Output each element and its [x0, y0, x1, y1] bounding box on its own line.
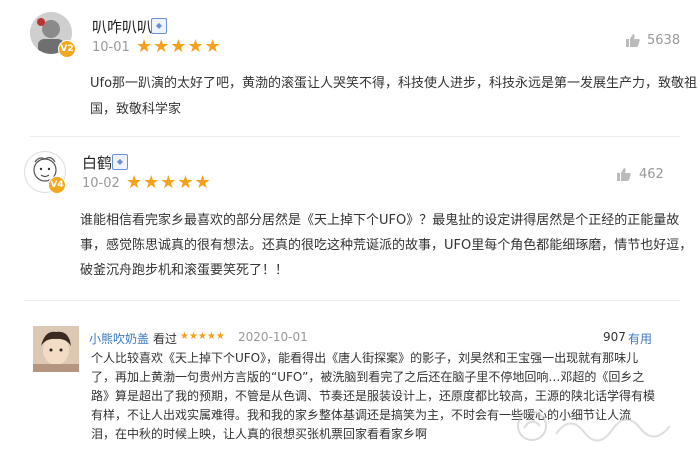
like-button[interactable] [626, 32, 640, 51]
divider [30, 136, 680, 137]
comment-line: 个人比较喜欢《天上掉下个UFO》，能看得出《唐人街探案》的影子，刘昊然和王宝强一… [91, 351, 639, 365]
like-count: 462 [639, 167, 664, 182]
watermark-icon [517, 411, 671, 442]
vip-badge-icon: ◆ [151, 18, 167, 34]
star-rating: ★★★★★ [126, 172, 212, 193]
watermark-logo [510, 404, 690, 448]
comment-line: 国，致敬科学家 [90, 102, 182, 117]
comment-line: 泪，在中秋的时候上映，让人真的很想买张机票回家看看家乡啊 [91, 427, 428, 441]
useful-count: 907 [603, 330, 626, 344]
username[interactable]: 小熊吹奶盖 [89, 330, 149, 347]
useful-button[interactable]: 有用 [628, 330, 652, 347]
vip-badge-icon: ◆ [112, 154, 128, 170]
username[interactable]: 白鹤 [82, 152, 112, 173]
review-date: 10-01 [92, 40, 130, 55]
username[interactable]: 叭咋叭叭 [92, 16, 152, 37]
like-button[interactable] [617, 166, 631, 185]
level-badge: V2 [58, 40, 76, 58]
level-badge: V4 [48, 176, 66, 194]
review-date: 10-02 [82, 176, 120, 191]
avatar[interactable] [33, 326, 79, 372]
avatar-image [33, 326, 79, 372]
star-rating: ★★★★★ [180, 331, 225, 342]
comment-line: 谁能相信看完家乡最喜欢的部分居然是《天上掉下个UFO》？最鬼扯的设定讲得居然是个… [80, 213, 680, 228]
review-date: 2020-10-01 [238, 330, 308, 344]
comment-line: 破釜沉舟跑步机和滚蛋要笑死了！！ [80, 263, 289, 278]
like-count: 5638 [647, 33, 681, 48]
thumbs-up-icon [617, 168, 631, 181]
watched-tag: 看过 [153, 332, 178, 346]
comment-line: 事，感觉陈思诚真的很有想法。还真的很吃这种荒诞派的故事，UFO里每个角色都能细琢… [80, 238, 693, 253]
comment-line: 了，再加上黄渤一句贵州方言版的“UFO”，被洗脑到看完了之后还在脑子里不停地回响… [91, 370, 645, 384]
divider [24, 300, 680, 301]
thumbs-up-icon [626, 34, 640, 47]
comment-line: Ufo那一趴演的太好了吧，黄渤的滚蛋让人哭笑不得，科技使人进步，科技永远是第一发… [90, 76, 698, 91]
star-rating: ★★★★★ [136, 36, 222, 57]
